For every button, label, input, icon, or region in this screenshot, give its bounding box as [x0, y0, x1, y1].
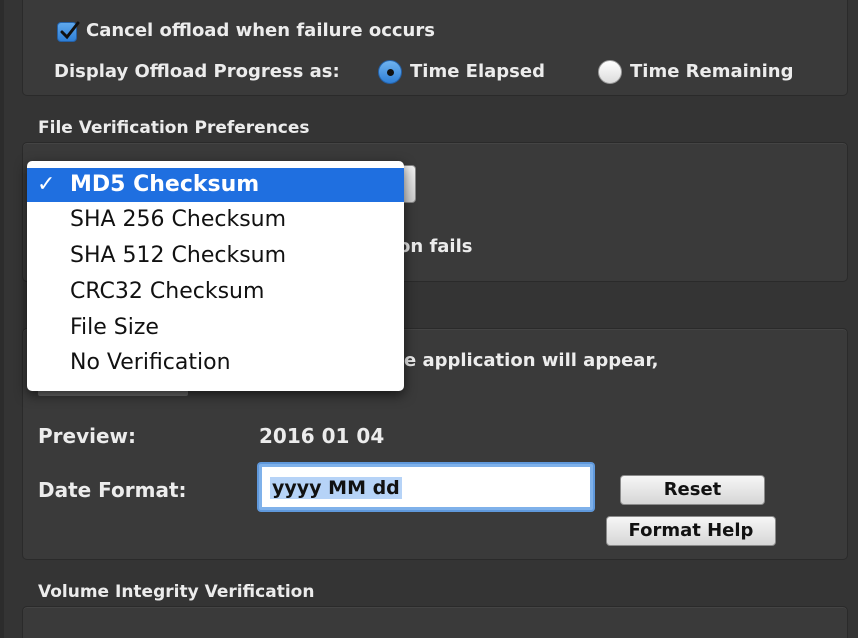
time-remaining-label[interactable]: Time Remaining [630, 61, 794, 82]
menu-item-no-verification[interactable]: No Verification [27, 346, 404, 380]
verification-method-menu: ✓ MD5 Checksum SHA 256 Checksum SHA 512 … [27, 161, 404, 391]
file-verification-title: File Verification Preferences [38, 118, 310, 138]
menu-item-sha512[interactable]: SHA 512 Checksum [27, 239, 404, 273]
menu-item-crc32[interactable]: CRC32 Checksum [27, 275, 404, 309]
time-elapsed-label[interactable]: Time Elapsed [410, 61, 545, 82]
cancel-offload-label: Cancel offload when failure occurs [86, 20, 435, 41]
menu-item-label: CRC32 Checksum [70, 279, 265, 304]
volume-integrity-panel [22, 606, 848, 638]
preferences-window: Cancel offload when failure occurs Displ… [0, 0, 858, 638]
menu-item-label: No Verification [70, 350, 231, 375]
time-elapsed-radio[interactable] [378, 60, 402, 84]
progress-display-label: Display Offload Progress as: [54, 61, 340, 82]
date-format-value: yyyy MM dd [270, 477, 402, 499]
menu-item-label: SHA 256 Checksum [70, 207, 287, 232]
verification-fail-text: on fails [398, 236, 473, 257]
format-help-button[interactable]: Format Help [606, 516, 776, 546]
menu-item-label: SHA 512 Checksum [70, 243, 287, 268]
menu-item-label: File Size [70, 315, 159, 340]
preview-label: Preview: [38, 424, 137, 448]
date-format-label: Date Format: [38, 478, 187, 502]
volume-integrity-title: Volume Integrity Verification [38, 582, 315, 602]
menu-item-md5[interactable]: ✓ MD5 Checksum [27, 168, 404, 202]
checkmark-icon [60, 21, 80, 40]
time-remaining-radio[interactable] [598, 60, 622, 84]
window-edge [0, 0, 4, 638]
cancel-offload-checkbox[interactable] [57, 21, 80, 42]
checkmark-icon: ✓ [37, 172, 56, 197]
date-description: e application will appear, [404, 350, 659, 371]
menu-item-label: MD5 Checksum [70, 172, 260, 197]
date-format-input[interactable]: yyyy MM dd [259, 464, 593, 510]
menu-item-sha256[interactable]: SHA 256 Checksum [27, 203, 404, 237]
reset-button[interactable]: Reset [620, 475, 765, 505]
preview-value: 2016 01 04 [259, 424, 385, 448]
menu-item-file-size[interactable]: File Size [27, 311, 404, 345]
